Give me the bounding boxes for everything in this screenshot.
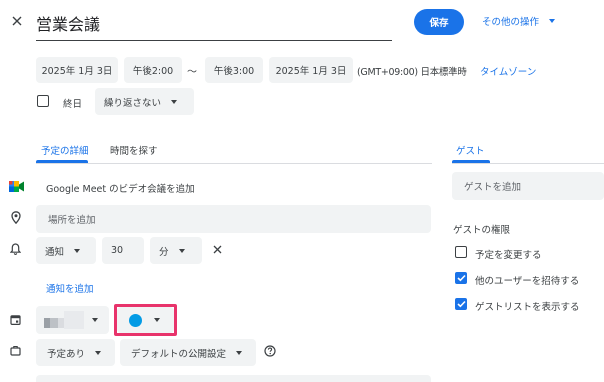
event-title: 営業会議 <box>36 15 101 34</box>
calendar-owner-avatar <box>44 318 64 328</box>
location-pin-icon <box>9 210 22 224</box>
busy-status-value: 予定あり <box>47 348 86 360</box>
more-actions-label: その他の操作 <box>482 17 540 28</box>
notification-type-value: 通知 <box>45 246 65 258</box>
close-icon[interactable] <box>10 14 24 28</box>
timezone-text: (GMT+09:00) 日本標準時 <box>357 67 467 78</box>
help-icon[interactable] <box>263 344 277 358</box>
chevron-down-icon <box>549 19 556 23</box>
add-notification-link[interactable]: 通知を追加 <box>46 281 94 295</box>
notification-value-input[interactable]: 30 <box>102 237 144 264</box>
busy-status-dropdown[interactable]: 予定あり <box>36 339 115 366</box>
chevron-down-icon <box>154 318 160 322</box>
google-meet-icon <box>8 179 24 193</box>
briefcase-icon <box>9 344 22 357</box>
blank-avatar-area <box>64 311 84 329</box>
add-google-meet-button[interactable]: Google Meet のビデオ会議を追加 <box>46 181 195 195</box>
bell-icon <box>9 242 22 255</box>
guest-permissions-title: ゲストの権限 <box>453 225 511 236</box>
more-actions-button[interactable]: その他の操作 <box>482 13 556 29</box>
start-time-field[interactable]: 午後2:00 <box>124 57 182 83</box>
notification-unit-dropdown[interactable]: 分 <box>150 237 202 264</box>
description-field-top[interactable] <box>36 375 431 382</box>
checkmark-icon <box>456 300 466 308</box>
permission-modify-checkbox[interactable] <box>455 246 467 258</box>
notification-type-dropdown[interactable]: 通知 <box>36 237 96 264</box>
permission-invite-checkbox[interactable] <box>455 272 467 284</box>
visibility-value: デフォルトの公開設定 <box>131 348 227 360</box>
save-button[interactable]: 保存 <box>414 9 464 35</box>
notification-value: 30 <box>111 245 124 256</box>
permission-see-list-checkbox[interactable] <box>455 298 467 310</box>
permission-modify-label: 予定を変更する <box>475 250 542 261</box>
chevron-down-icon <box>171 99 178 104</box>
location-input[interactable]: 場所を追加 <box>36 205 431 233</box>
chevron-down-icon <box>236 350 243 355</box>
end-time-field[interactable]: 午後3:00 <box>205 57 263 83</box>
end-date-field[interactable]: 2025年 1月 3日 <box>269 57 353 83</box>
location-placeholder: 場所を追加 <box>48 215 96 226</box>
remove-notification-icon[interactable] <box>211 243 224 256</box>
permission-invite-label: 他のユーザーを招待する <box>475 276 580 287</box>
tab-details[interactable]: 予定の詳細 <box>41 143 89 157</box>
chevron-down-icon <box>74 248 81 253</box>
permission-see-list-label: ゲストリストを表示する <box>475 302 580 313</box>
event-title-input[interactable]: 営業会議 <box>36 11 392 41</box>
timezone-link[interactable]: タイムゾーン <box>480 64 536 78</box>
end-time-value: 午後3:00 <box>213 66 255 77</box>
calendar-owner-dropdown[interactable] <box>36 306 109 334</box>
guests-tabs-divider <box>452 163 604 164</box>
chevron-down-icon <box>95 350 102 355</box>
tab-find-time[interactable]: 時間を探す <box>110 143 158 157</box>
calendar-icon <box>9 313 22 326</box>
all-day-checkbox[interactable] <box>37 95 49 107</box>
start-time-value: 午後2:00 <box>132 66 174 77</box>
all-day-label: 終日 <box>63 99 83 110</box>
tab-guests[interactable]: ゲスト <box>456 143 485 157</box>
start-date-value: 2025年 1月 3日 <box>41 66 113 77</box>
add-guests-input[interactable]: ゲストを追加 <box>452 172 604 200</box>
chevron-down-icon <box>178 248 185 253</box>
start-date-field[interactable]: 2025年 1月 3日 <box>36 57 118 83</box>
save-label: 保存 <box>429 18 449 29</box>
repeat-value: 繰り返さない <box>104 97 162 109</box>
event-color-swatch <box>129 313 142 327</box>
checkmark-icon <box>456 274 466 282</box>
visibility-dropdown[interactable]: デフォルトの公開設定 <box>120 339 256 366</box>
notification-unit-value: 分 <box>159 246 169 258</box>
end-date-value: 2025年 1月 3日 <box>275 66 347 77</box>
repeat-dropdown[interactable]: 繰り返さない <box>95 88 194 115</box>
tabs-divider <box>36 163 432 164</box>
add-guests-placeholder: ゲストを追加 <box>464 182 522 193</box>
chevron-down-icon <box>92 318 98 322</box>
time-separator: ～ <box>187 67 197 78</box>
event-color-dropdown[interactable] <box>117 307 174 333</box>
